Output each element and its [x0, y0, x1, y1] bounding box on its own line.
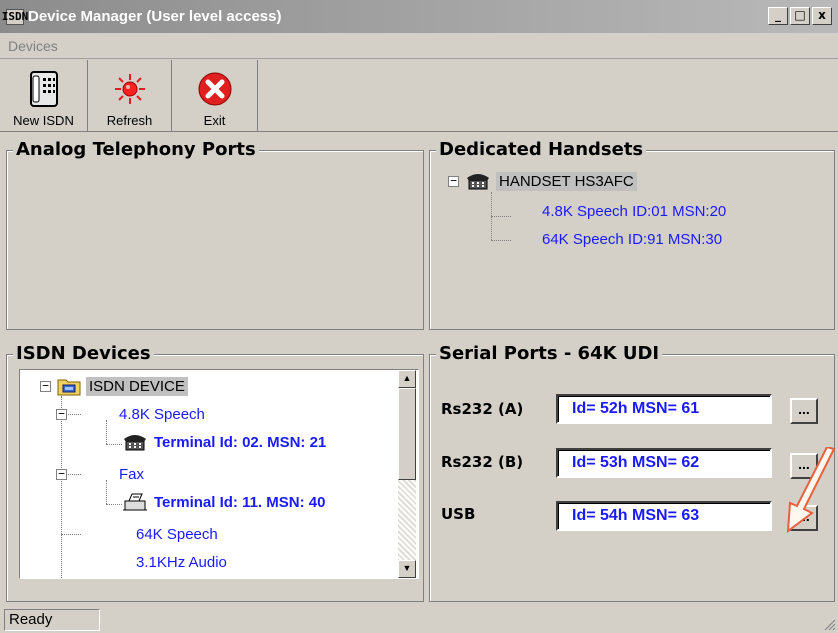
fax-machine-icon: [123, 493, 147, 511]
rs232-b-field[interactable]: Id= 53h MSN= 62: [556, 448, 772, 478]
isdn-terminal-02-label: Terminal Id: 02. MSN: 21: [154, 433, 327, 451]
isdn-root-label: ISDN DEVICE: [86, 376, 188, 396]
handset-child-1[interactable]: 4.8K Speech ID:01 MSN:20: [542, 203, 726, 220]
menu-bar: Devices: [0, 33, 838, 59]
status-text: Ready: [4, 609, 100, 631]
isdn-item-4-8k-speech[interactable]: − 4.8K Speech: [56, 406, 205, 423]
isdn-folder-icon: [57, 379, 81, 396]
terminal-phone-icon: [124, 435, 146, 451]
maximize-button[interactable]: □: [790, 7, 810, 25]
menu-devices[interactable]: Devices: [0, 38, 66, 54]
isdn-terminal-11-label: Terminal Id: 11. MSN: 40: [154, 493, 326, 511]
isdn-tree-root[interactable]: − ISDN DEVICE: [40, 376, 188, 396]
isdn-item-4-8k-label: 4.8K Speech: [119, 406, 205, 423]
collapse-icon[interactable]: −: [448, 175, 459, 187]
app-icon: ISDN: [1, 8, 29, 25]
handset-root-label: HANDSET HS3AFC: [496, 171, 637, 191]
status-bar: Ready: [0, 607, 838, 633]
dedicated-handsets-title: Dedicated Handsets: [436, 139, 647, 161]
isdn-item-fax-label: Fax: [119, 466, 145, 483]
analog-ports-group: Analog Telephony Ports: [6, 139, 424, 330]
annotation-arrow-icon: [786, 447, 836, 534]
phone-icon: [29, 68, 59, 110]
rs232-b-label: Rs232 (B): [441, 453, 524, 471]
handset-child-1-label: 4.8K Speech ID:01 MSN:20: [542, 203, 727, 220]
collapse-icon[interactable]: −: [56, 468, 67, 480]
serial-ports-group: Serial Ports - 64K UDI Rs232 (A) Id= 52h…: [429, 343, 836, 602]
window-controls: _ □ x: [768, 7, 832, 25]
device-manager-window: ISDN Device Manager (User level access) …: [0, 0, 838, 633]
title-bar[interactable]: ISDN Device Manager (User level access) …: [0, 0, 838, 33]
isdn-devices-group: ISDN Devices − ISDN DEVICE − 4.8K Speech…: [6, 343, 424, 602]
handset-child-2-label: 64K Speech ID:91 MSN:30: [542, 231, 723, 248]
handset-child-2[interactable]: 64K Speech ID:91 MSN:30: [542, 231, 722, 248]
scroll-up-arrow-icon[interactable]: ▲: [398, 370, 416, 388]
scroll-down-arrow-icon[interactable]: ▼: [398, 560, 416, 578]
usb-field[interactable]: Id= 54h MSN= 63: [556, 501, 772, 531]
toolbar: New ISDN Refresh Exit: [0, 60, 838, 132]
exit-button[interactable]: Exit: [172, 60, 258, 132]
handset-phone-icon: [467, 174, 489, 190]
minimize-button[interactable]: _: [768, 7, 788, 25]
red-light-icon: [113, 68, 147, 110]
isdn-terminal-02[interactable]: Terminal Id: 02. MSN: 21: [122, 432, 326, 452]
collapse-icon[interactable]: −: [56, 408, 67, 420]
usb-label: USB: [441, 505, 476, 523]
analog-ports-title: Analog Telephony Ports: [13, 139, 259, 161]
isdn-item-64k-label: 64K Speech: [136, 526, 218, 543]
isdn-devices-title: ISDN Devices: [13, 343, 154, 365]
isdn-item-3-1khz-label: 3.1KHz Audio: [136, 554, 227, 568]
isdn-terminal-11[interactable]: Terminal Id: 11. MSN: 40: [122, 492, 325, 512]
rs232-a-browse-button[interactable]: ...: [790, 398, 818, 424]
collapse-icon[interactable]: −: [40, 380, 51, 392]
isdn-item-3-1khz-audio[interactable]: 3.1KHz Audio: [136, 554, 227, 568]
refresh-label: Refresh: [106, 113, 153, 128]
handset-tree-root[interactable]: − HANDSET HS3AFC: [448, 171, 637, 191]
close-button[interactable]: x: [812, 7, 832, 25]
new-isdn-label: New ISDN: [13, 113, 74, 128]
exit-label: Exit: [203, 113, 226, 128]
exit-x-icon: [197, 68, 233, 110]
window-title: Device Manager (User level access): [28, 8, 282, 25]
isdn-tree-view[interactable]: − ISDN DEVICE − 4.8K Speech Terminal Id:…: [19, 369, 419, 579]
scroll-thumb[interactable]: [398, 388, 416, 480]
refresh-button[interactable]: Refresh: [88, 60, 172, 132]
isdn-item-64k-speech[interactable]: 64K Speech: [136, 526, 218, 543]
new-isdn-button[interactable]: New ISDN: [0, 60, 88, 132]
resize-grip-icon[interactable]: [822, 617, 836, 631]
serial-ports-title: Serial Ports - 64K UDI: [436, 343, 663, 365]
rs232-a-label: Rs232 (A): [441, 400, 524, 418]
rs232-a-field[interactable]: Id= 52h MSN= 61: [556, 394, 772, 424]
isdn-vertical-scrollbar[interactable]: ▲ ▼: [398, 370, 416, 578]
dedicated-handsets-group: Dedicated Handsets − HANDSET HS3AFC 4.8K…: [429, 139, 835, 330]
isdn-item-fax[interactable]: − Fax: [56, 466, 144, 483]
